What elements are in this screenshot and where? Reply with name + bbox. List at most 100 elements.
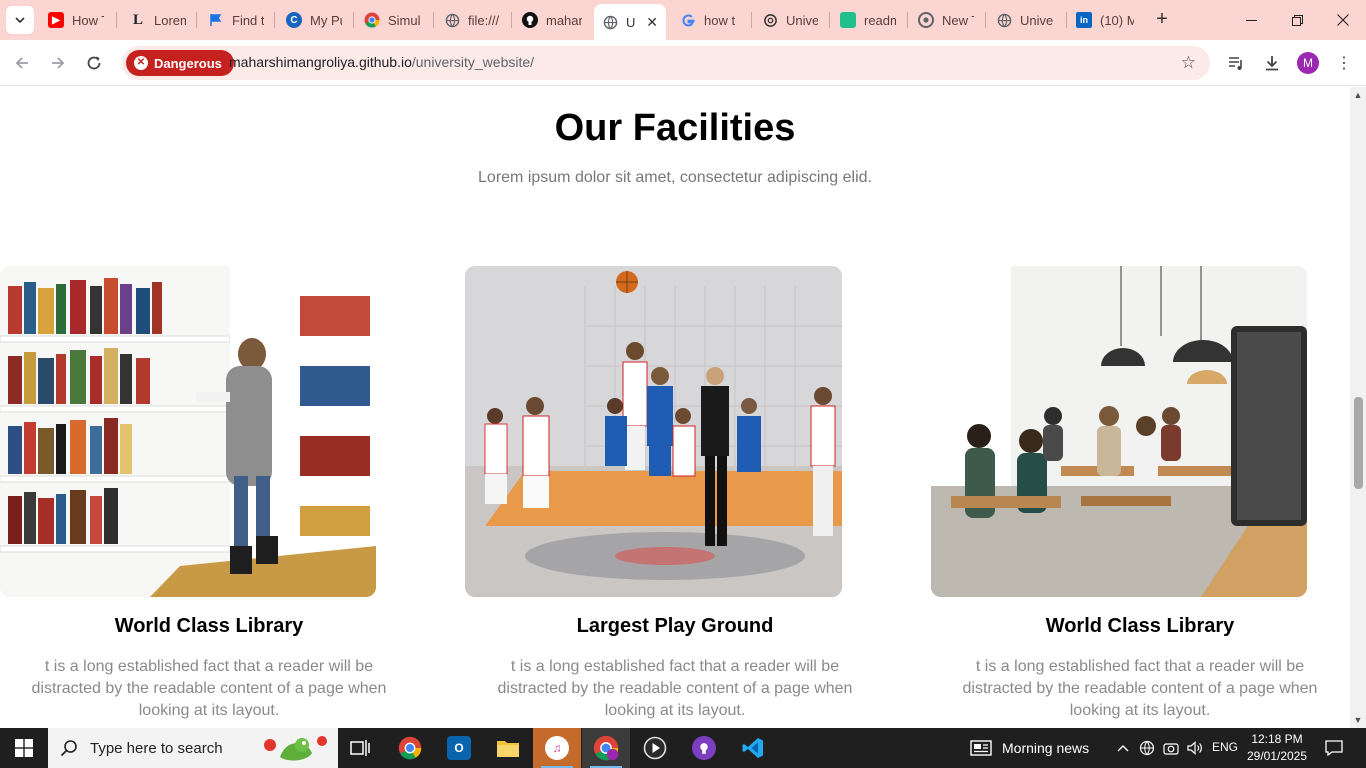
taskbar-chrome-profile[interactable] xyxy=(582,728,630,768)
clock-time: 12:18 PM xyxy=(1251,732,1303,746)
globe-icon xyxy=(444,12,460,28)
reload-button[interactable] xyxy=(80,49,108,77)
scroll-thumb[interactable] xyxy=(1354,397,1363,489)
taskbar-file-explorer[interactable] xyxy=(484,728,532,768)
danger-icon: ✕ xyxy=(134,56,148,70)
media-control-icon[interactable] xyxy=(1224,51,1248,75)
browser-toolbar: ✕ Dangerous maharshimangroliya.github.io… xyxy=(0,40,1366,86)
url-path: /university_website/ xyxy=(411,54,535,70)
arrow-left-icon xyxy=(15,57,28,69)
tab-13[interactable]: in (10) M xyxy=(1068,6,1142,34)
facility-description: t is a long established fact that a read… xyxy=(962,658,1318,719)
section-subtitle: Lorem ipsum dolor sit amet, consectetur … xyxy=(478,169,872,186)
chrome-icon xyxy=(364,12,380,28)
tab-8[interactable]: how t xyxy=(672,6,748,34)
minimize-icon xyxy=(1245,19,1257,21)
scroll-up-arrow-icon[interactable]: ▲ xyxy=(1350,87,1366,103)
page-scrollbar[interactable]: ▲ ▼ xyxy=(1350,87,1366,728)
tab-5[interactable]: file:/// xyxy=(436,6,508,34)
itunes-icon: ♫ xyxy=(545,736,569,760)
taskbar-media-player[interactable] xyxy=(631,728,679,768)
forward-button[interactable] xyxy=(44,49,72,77)
tab-search-button[interactable] xyxy=(6,6,34,34)
tab-2[interactable]: Find t xyxy=(200,6,272,34)
security-warning-chip[interactable]: ✕ Dangerous xyxy=(126,50,234,76)
file-explorer-icon xyxy=(497,741,519,757)
chatgpt-icon xyxy=(762,12,778,28)
lipsum-icon: L xyxy=(132,11,143,28)
address-bar[interactable]: ✕ Dangerous maharshimangroliya.github.io… xyxy=(122,46,1210,80)
tab-strip: ▶ How T L Lorem Find t C My Pu Simul fil… xyxy=(0,0,1366,40)
notification-center-button[interactable] xyxy=(1322,736,1346,760)
chrome-icon xyxy=(398,736,422,760)
taskbar-vscode[interactable] xyxy=(729,728,777,768)
tab-1[interactable]: L Lorem xyxy=(122,6,194,34)
tab-9[interactable]: Unive xyxy=(754,6,826,34)
taskbar-itunes[interactable]: ♫ xyxy=(533,728,581,768)
tab-10[interactable]: readm xyxy=(832,6,904,34)
more-menu-icon[interactable]: ⋮ xyxy=(1332,51,1356,75)
vscode-icon xyxy=(742,738,763,758)
news-label: Morning news xyxy=(1002,740,1090,756)
tab-6[interactable]: mahar xyxy=(514,6,590,34)
network-globe-icon[interactable] xyxy=(1137,738,1157,758)
minimize-button[interactable] xyxy=(1228,0,1274,40)
scroll-down-arrow-icon[interactable]: ▼ xyxy=(1350,712,1366,728)
download-icon[interactable] xyxy=(1260,51,1284,75)
camera-icon[interactable] xyxy=(1161,738,1181,758)
tab-3[interactable]: C My Pu xyxy=(278,6,350,34)
system-clock[interactable]: 12:18 PM 29/01/2025 xyxy=(1244,731,1310,765)
page-content: Our Facilities Lorem ipsum dolor sit ame… xyxy=(0,87,1350,728)
windows-logo-icon xyxy=(15,739,33,757)
google-icon xyxy=(680,12,696,28)
news-widget[interactable]: Morning news xyxy=(970,728,1089,768)
facility-description: t is a long established fact that a read… xyxy=(31,658,387,719)
tab-0[interactable]: ▶ How T xyxy=(40,6,112,34)
news-icon xyxy=(970,740,992,756)
taskbar-github-desktop[interactable] xyxy=(680,728,728,768)
language-indicator[interactable]: ENG xyxy=(1212,740,1238,754)
volume-icon[interactable] xyxy=(1185,738,1205,758)
new-tab-button[interactable]: + xyxy=(1150,8,1174,32)
taskbar-search-box[interactable]: Type here to search xyxy=(48,728,338,768)
facility-title: Largest Play Ground xyxy=(576,615,774,637)
tab-11[interactable]: New T xyxy=(910,6,982,34)
tab-7-active[interactable]: U ✕ xyxy=(594,4,666,40)
restore-icon xyxy=(1291,14,1303,26)
close-tab-icon[interactable]: ✕ xyxy=(646,14,658,31)
taskbar-chrome[interactable] xyxy=(386,728,434,768)
back-button[interactable] xyxy=(8,49,36,77)
tab-12[interactable]: Unive xyxy=(988,6,1064,34)
security-label: Dangerous xyxy=(154,55,222,71)
flag-icon xyxy=(208,12,224,28)
tray-chevron-up-icon[interactable] xyxy=(1113,738,1133,758)
cafe-photo xyxy=(931,266,1307,597)
lunar-new-year-icon xyxy=(260,731,330,765)
linkedin-icon: in xyxy=(1076,12,1092,28)
taskbar-outlook[interactable]: O xyxy=(435,728,483,768)
close-icon xyxy=(1337,14,1349,26)
close-window-button[interactable] xyxy=(1320,0,1366,40)
restore-button[interactable] xyxy=(1274,0,1320,40)
chevron-down-icon xyxy=(15,17,25,24)
chrome-icon xyxy=(918,12,934,28)
chrome-profile-icon xyxy=(593,735,619,761)
section-title: Our Facilities xyxy=(554,107,796,149)
globe-icon xyxy=(602,14,618,30)
facility-title: World Class Library xyxy=(114,615,304,637)
tab-4[interactable]: Simul xyxy=(356,6,430,34)
sheet-icon xyxy=(840,12,856,28)
url-text[interactable]: maharshimangroliya.github.io/university_… xyxy=(229,54,534,70)
task-view-button[interactable] xyxy=(336,728,384,768)
notification-icon xyxy=(1325,740,1343,756)
outlook-icon: O xyxy=(447,736,471,760)
bookmark-star-icon[interactable]: ☆ xyxy=(1181,53,1196,73)
start-button[interactable] xyxy=(0,728,48,768)
url-host: maharshimangroliya.github.io xyxy=(229,54,412,70)
facility-title: World Class Library xyxy=(1045,615,1235,637)
profile-avatar[interactable]: M xyxy=(1297,52,1319,74)
github-desktop-icon xyxy=(692,736,716,760)
github-icon xyxy=(522,12,538,28)
arrow-right-icon xyxy=(52,57,65,69)
c-icon: C xyxy=(286,12,302,28)
